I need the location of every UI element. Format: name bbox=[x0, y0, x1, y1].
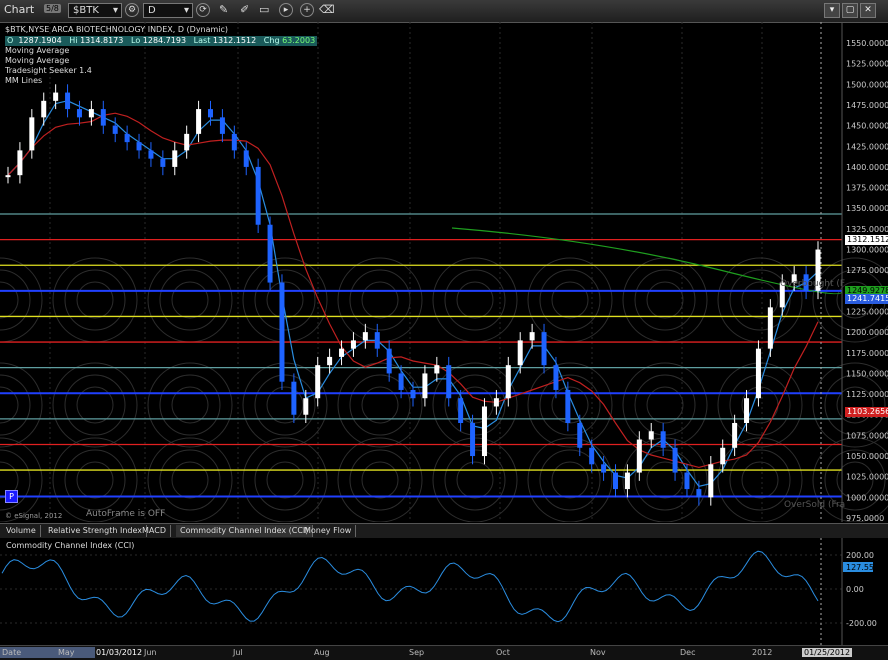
mm-lines bbox=[0, 213, 842, 498]
study-label: Moving Average bbox=[5, 46, 70, 55]
price-axis-label: 1350.0000 bbox=[846, 204, 888, 213]
chart-title: $BTK,NYSE ARCA BIOTECHNOLOGY INDEX, D (D… bbox=[5, 25, 229, 34]
price-axis-label: 1375.0000 bbox=[846, 184, 888, 193]
last-date: 01/25/2012 bbox=[802, 648, 853, 657]
price-chart[interactable]: 1550.0000 1525.0000 1500.0000 1475.0000 1450… bbox=[0, 22, 888, 522]
price-axis-label: 1525.0000 bbox=[846, 60, 888, 69]
maximize-button[interactable]: ▢ bbox=[842, 3, 858, 18]
price-axis-label: 1200.0000 bbox=[846, 328, 888, 337]
p-button[interactable]: P bbox=[5, 490, 18, 503]
price-axis-label: 1300.0000 bbox=[846, 246, 888, 255]
study-label: Moving Average bbox=[5, 56, 70, 65]
price-axis-label: 1325.0000 bbox=[846, 225, 888, 234]
interval-input[interactable]: D ▾ bbox=[143, 3, 193, 18]
oversold-label: OverSold (Fra bbox=[784, 500, 846, 510]
play-icon[interactable]: ▸ bbox=[279, 3, 293, 17]
month-label: Nov bbox=[590, 648, 606, 657]
month-label: Dec bbox=[680, 648, 696, 657]
price-axis-label: 1150.0000 bbox=[846, 369, 888, 378]
price-axis-label: 1450.0000 bbox=[846, 122, 888, 131]
window-counter: 5/8 bbox=[44, 4, 61, 13]
month-label: 2012 bbox=[752, 648, 773, 657]
study-label: Tradesight Seeker 1.4 bbox=[5, 66, 92, 75]
chart-legend: $BTK,NYSE ARCA BIOTECHNOLOGY INDEX, D (D… bbox=[5, 25, 318, 86]
close-button[interactable]: ✕ bbox=[860, 3, 876, 18]
price-axis-label: 1125.0000 bbox=[846, 390, 888, 399]
price-axis-label: 1400.0000 bbox=[846, 163, 888, 172]
date-axis[interactable]: Date May 01/03/2012 Jun Jul Aug Sep Oct … bbox=[0, 645, 888, 660]
tab-volume[interactable]: Volume bbox=[2, 525, 41, 537]
price-axis-label: 1475.0000 bbox=[846, 101, 888, 110]
month-label: Aug bbox=[314, 648, 330, 657]
price-axis-label: 1175.0000 bbox=[846, 349, 888, 358]
price-axis-label: 1000.0000 bbox=[846, 493, 888, 502]
tab-money-flow[interactable]: Money Flow bbox=[300, 525, 357, 537]
cci-axis-0: 0.00 bbox=[846, 585, 864, 594]
copyright: © eSignal, 2012 bbox=[5, 512, 63, 520]
study-label: MM Lines bbox=[5, 76, 43, 85]
moving-averages bbox=[7, 100, 843, 487]
add-icon[interactable]: + bbox=[300, 3, 314, 17]
window-title: Chart bbox=[4, 3, 35, 16]
price-axis-label: 1075.0000 bbox=[846, 431, 888, 440]
month-label: May bbox=[58, 648, 75, 657]
cci-chart[interactable]: 200.00 0.00 -200.00 127.55 bbox=[0, 538, 888, 645]
cursor-date: 01/03/2012 bbox=[96, 648, 143, 657]
window-menu-button[interactable]: ▾ bbox=[824, 3, 840, 18]
chart-toolbar: Chart 5/8 $BTK ▾ ⚙ D ▾ ⟳ ✎ ✐ ▭ ▸ + ⌫ ▾ ▢ ✕ bbox=[0, 0, 888, 23]
ma-blue-tag: 1241.7415 bbox=[845, 294, 888, 304]
layout-icon[interactable]: ▭ bbox=[259, 3, 269, 16]
settings-icon[interactable]: ⚙ bbox=[125, 3, 139, 17]
month-label: Jul bbox=[233, 648, 243, 657]
price-axis-label: 1550.0000 bbox=[846, 39, 888, 48]
quote-strip: O 1287.1904 Hi 1314.8173 Lo 1284.7193 La… bbox=[5, 36, 318, 46]
symbol-input[interactable]: $BTK ▾ bbox=[68, 3, 122, 18]
tab-cci[interactable]: Commodity Channel Index (CCI) bbox=[176, 525, 314, 537]
cci-last-tag: 127.55 bbox=[846, 563, 874, 572]
history-icon[interactable]: ⟳ bbox=[196, 3, 210, 17]
price-axis-label: 1425.0000 bbox=[846, 142, 888, 151]
month-label: Sep bbox=[409, 648, 425, 657]
cci-axis-neg200: -200.00 bbox=[846, 619, 877, 628]
month-label: Jun bbox=[144, 648, 157, 657]
ma-red-tag: 1103.2656 bbox=[845, 407, 888, 417]
cci-line bbox=[1, 550, 819, 623]
date-axis-label: Date bbox=[2, 648, 22, 657]
tab-rsi[interactable]: Relative Strength Index bbox=[44, 525, 147, 537]
price-axis: 1550.0000 1525.0000 1500.0000 1475.0000 1450… bbox=[846, 39, 888, 522]
price-axis-label: 1275.0000 bbox=[846, 266, 888, 275]
pencil-icon[interactable]: ✎ bbox=[219, 3, 228, 16]
gann-circles bbox=[0, 257, 888, 522]
price-axis-label: 1225.0000 bbox=[846, 307, 888, 316]
eraser-icon[interactable]: ⌫ bbox=[319, 3, 335, 16]
month-label: Oct bbox=[496, 648, 510, 657]
study-tabs: Volume Relative Strength Index MACD Comm… bbox=[0, 523, 888, 538]
price-axis-label: 975.0000 bbox=[846, 514, 884, 522]
tab-macd[interactable]: MACD bbox=[138, 525, 171, 537]
price-bars bbox=[5, 84, 821, 506]
last-price-tag: 1312.1512 bbox=[845, 235, 888, 245]
tools-icon[interactable]: ✐ bbox=[240, 3, 249, 16]
overbought-label: Overbought (F bbox=[780, 279, 846, 289]
price-axis-label: 1025.0000 bbox=[846, 473, 888, 482]
cci-axis-200: 200.00 bbox=[846, 551, 874, 560]
autoframe-status: AutoFrame is OFF bbox=[86, 509, 166, 519]
price-axis-label: 1050.0000 bbox=[846, 452, 888, 461]
price-axis-label: 1500.0000 bbox=[846, 80, 888, 89]
